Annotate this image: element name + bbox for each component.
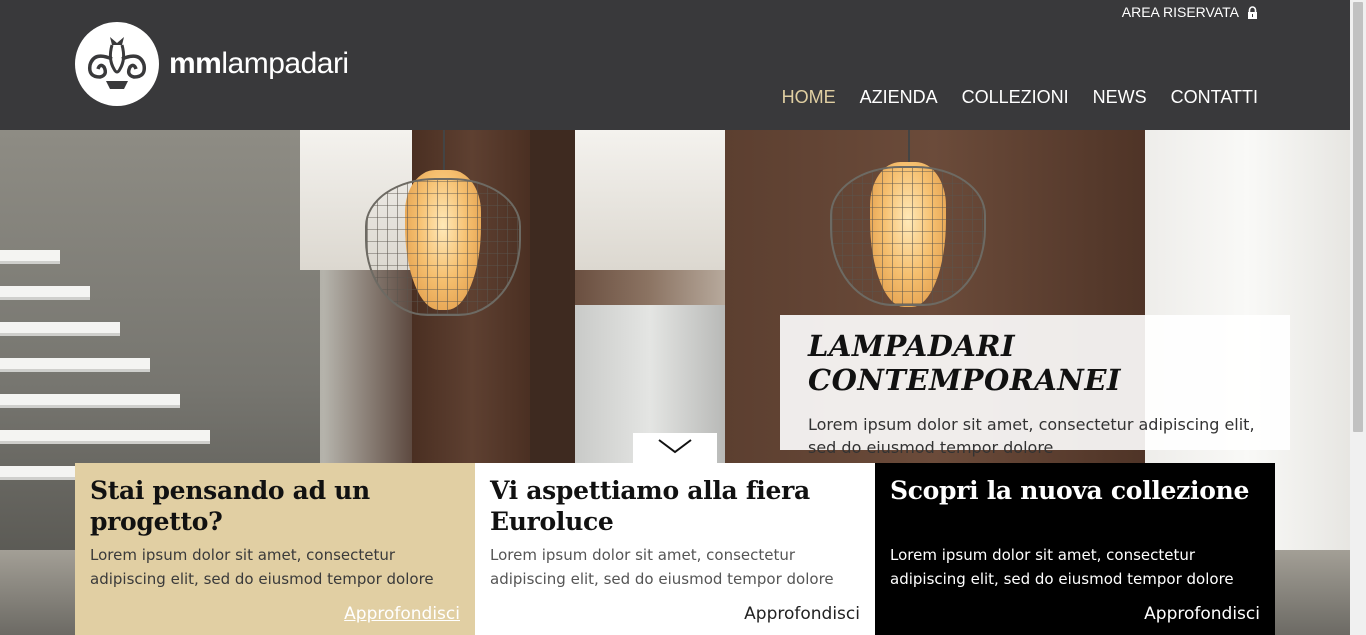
nav-item-home[interactable]: HOME bbox=[782, 87, 836, 108]
hero-caption: LAMPADARI CONTEMPORANEI Lorem ipsum dolo… bbox=[780, 315, 1290, 457]
scroll-down-button[interactable] bbox=[633, 433, 717, 463]
nav-item-azienda[interactable]: AZIENDA bbox=[860, 87, 938, 108]
hero-caption-title: LAMPADARI CONTEMPORANEI bbox=[808, 329, 1121, 397]
nav-item-news[interactable]: NEWS bbox=[1093, 87, 1147, 108]
card-link-approfondisci[interactable]: Approfondisci bbox=[744, 604, 860, 624]
logo-wordmark: mmlampadari bbox=[169, 47, 349, 81]
scrollbar-thumb[interactable] bbox=[1353, 2, 1363, 432]
card-title: Stai pensando ad un progetto? bbox=[90, 476, 370, 536]
card-link-approfondisci[interactable]: Approfondisci bbox=[344, 604, 460, 624]
lock-icon bbox=[1247, 5, 1258, 19]
nav-item-collezioni[interactable]: COLLEZIONI bbox=[962, 87, 1069, 108]
pendant-lamp-right bbox=[830, 130, 986, 310]
card-text: Lorem ipsum dolor sit amet, consectetur … bbox=[90, 546, 434, 588]
chevron-down-icon bbox=[657, 437, 693, 459]
card-link-approfondisci[interactable]: Approfondisci bbox=[1144, 604, 1260, 624]
nav-item-contatti[interactable]: CONTATTI bbox=[1171, 87, 1258, 108]
area-riservata-link[interactable]: AREA RISERVATA bbox=[1122, 4, 1258, 20]
card-text: Lorem ipsum dolor sit amet, consectetur … bbox=[890, 546, 1234, 588]
main-navigation: HOME AZIENDA COLLEZIONI NEWS CONTATTI bbox=[782, 87, 1258, 108]
hero-caption-text: Lorem ipsum dolor sit amet, consectetur … bbox=[808, 415, 1255, 457]
site-logo[interactable]: mmlampadari bbox=[75, 22, 349, 106]
page-scrollbar[interactable] bbox=[1350, 0, 1366, 635]
logo-wordmark-bold: mm bbox=[169, 47, 222, 80]
pendant-lamp-left bbox=[365, 130, 521, 320]
card-nuova-collezione: Scopri la nuova collezione Lorem ipsum d… bbox=[875, 463, 1275, 635]
card-title: Scopri la nuova collezione bbox=[890, 476, 1250, 505]
feature-cards: Stai pensando ad un progetto? Lorem ipsu… bbox=[75, 463, 1275, 635]
card-progetto: Stai pensando ad un progetto? Lorem ipsu… bbox=[75, 463, 475, 635]
card-text: Lorem ipsum dolor sit amet, consectetur … bbox=[490, 546, 834, 588]
card-euroluce: Vi aspettiamo alla fiera Euroluce Lorem … bbox=[475, 463, 875, 635]
area-riservata-label: AREA RISERVATA bbox=[1121, 4, 1239, 20]
site-header: mmlampadari AREA RISERVATA HOME AZIENDA … bbox=[0, 0, 1350, 130]
card-title: Vi aspettiamo alla fiera Euroluce bbox=[490, 476, 810, 536]
chandelier-logo-icon bbox=[75, 22, 159, 106]
logo-wordmark-light: lampadari bbox=[221, 47, 349, 80]
